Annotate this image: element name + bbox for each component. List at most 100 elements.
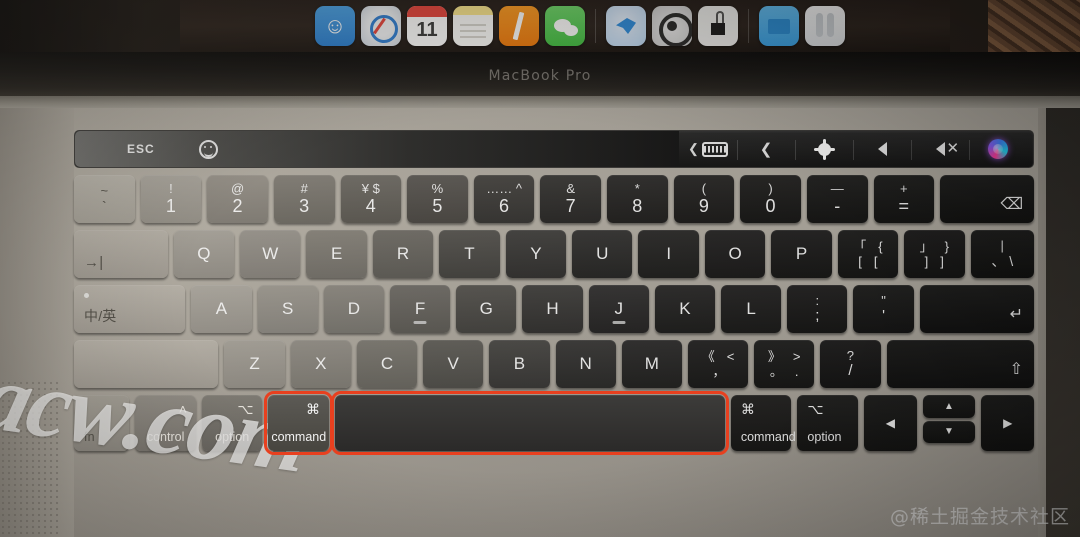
key-m[interactable]: M: [621, 340, 682, 388]
arrow-up-down-group: ▲ ▼: [922, 395, 976, 451]
key-b[interactable]: B: [489, 340, 550, 388]
key-semicolon[interactable]: :;: [787, 285, 848, 333]
row-home: 中/英 A S D F G H J K L :; " ' ↵: [74, 285, 1034, 333]
cleaner-icon[interactable]: [652, 6, 692, 46]
circuit-icon[interactable]: [698, 6, 738, 46]
row-qwerty: →| Q W E R T Y U I O P 「{ [[ 」} ]] | 、 \: [74, 230, 1034, 278]
key-slash[interactable]: ? /: [820, 340, 881, 388]
siri-icon[interactable]: [969, 131, 1027, 167]
keyboard: ESC ❮ ❮ ✕ ~ ` ! 1 @ 2 # 3 ¥ $ 4 % 5 …… ^…: [74, 130, 1035, 455]
key-d[interactable]: D: [323, 285, 384, 333]
pages-icon[interactable]: [499, 6, 539, 46]
key-command-left[interactable]: ⌘ command: [264, 391, 334, 455]
finder-icon[interactable]: [315, 6, 355, 46]
calendar-icon[interactable]: 11: [407, 6, 447, 46]
key-space[interactable]: [331, 391, 729, 455]
key-f[interactable]: F: [389, 285, 451, 333]
folder-icon[interactable]: [759, 6, 799, 46]
key-shift-right[interactable]: ⇧: [886, 340, 1035, 388]
homing-bump-j: [612, 321, 626, 324]
row-numbers: ~ ` ! 1 @2 #3 ¥ $4 % 5 …… ^ 6 & 7 * 8 (…: [74, 175, 1035, 223]
key-q[interactable]: Q: [173, 230, 235, 278]
key-u[interactable]: U: [572, 230, 633, 278]
key-z[interactable]: Z: [224, 340, 285, 388]
volume-icon[interactable]: [853, 131, 911, 167]
key-r[interactable]: R: [372, 230, 434, 278]
key-shift-left[interactable]: [74, 340, 219, 388]
tim-icon[interactable]: [606, 6, 646, 46]
touchbar-row: ESC ❮ ❮ ✕: [74, 130, 1034, 168]
key-equal[interactable]: + =: [873, 175, 935, 223]
key-v[interactable]: V: [423, 340, 484, 388]
key-y[interactable]: Y: [505, 230, 567, 278]
key-capslock[interactable]: 中/英: [74, 285, 186, 333]
key-command-right[interactable]: ⌘ command: [730, 395, 796, 451]
key-4[interactable]: ¥ $4: [340, 175, 402, 223]
key-0[interactable]: ) 0: [740, 175, 801, 223]
desk-surface-right: [1046, 108, 1080, 537]
key-7[interactable]: & 7: [540, 175, 601, 223]
key-p[interactable]: P: [771, 230, 832, 278]
brightness-icon[interactable]: [795, 131, 853, 167]
key-i[interactable]: I: [638, 230, 699, 278]
key-6[interactable]: …… ^ 6: [473, 175, 535, 223]
key-backtick[interactable]: ~ `: [74, 175, 135, 223]
key-c[interactable]: C: [356, 340, 418, 388]
key-delete[interactable]: ⌫: [940, 175, 1035, 223]
key-t[interactable]: T: [439, 230, 500, 278]
touch-bar[interactable]: ESC ❮ ❮ ✕: [74, 130, 1034, 168]
key-5[interactable]: % 5: [407, 175, 468, 223]
safari-icon[interactable]: [361, 6, 401, 46]
key-g[interactable]: G: [456, 285, 517, 333]
key-1[interactable]: ! 1: [140, 175, 202, 223]
screen-left-dark: [0, 0, 180, 52]
key-tab[interactable]: →|: [74, 230, 168, 278]
key-s[interactable]: S: [257, 285, 318, 333]
row-zxcv: Z X C V B N M 《 < ， 》 > 。. ? / ⇧: [74, 340, 1035, 388]
key-2[interactable]: @2: [207, 175, 268, 223]
emoji-icon[interactable]: [198, 139, 218, 159]
key-w[interactable]: W: [240, 230, 301, 278]
key-8[interactable]: * 8: [607, 175, 668, 223]
key-bracket-right[interactable]: 」} ]]: [904, 230, 965, 278]
key-period[interactable]: 》 > 。.: [754, 340, 815, 388]
key-bracket-left[interactable]: 「{ [[: [837, 230, 899, 278]
shift-icon: ⇧: [1009, 361, 1024, 378]
key-j[interactable]: J: [588, 285, 649, 333]
key-arrow-up[interactable]: ▲: [922, 395, 976, 418]
touchbar-esc-button[interactable]: ESC: [127, 142, 155, 156]
chevron-left-icon[interactable]: ❮: [737, 131, 795, 167]
key-k[interactable]: K: [654, 285, 715, 333]
key-fn[interactable]: fn: [74, 395, 130, 451]
key-backslash[interactable]: | 、 \: [970, 230, 1034, 278]
key-l[interactable]: L: [721, 285, 782, 333]
key-minus[interactable]: — -: [806, 175, 868, 223]
key-backtick-bot: `: [101, 197, 107, 214]
key-n[interactable]: N: [555, 340, 616, 388]
airpods-icon[interactable]: [805, 6, 845, 46]
arrow-up-icon: ▲: [944, 400, 954, 412]
dock-separator: [748, 9, 749, 43]
key-arrow-down[interactable]: ▼: [922, 420, 976, 443]
mute-icon[interactable]: ✕: [911, 131, 969, 167]
key-a[interactable]: A: [191, 285, 252, 333]
key-control[interactable]: ˄ control: [135, 395, 196, 451]
key-arrow-left[interactable]: ◀: [864, 395, 917, 451]
key-option-right[interactable]: ⌥ option: [797, 395, 858, 451]
notes-icon[interactable]: [453, 6, 493, 46]
wechat-icon[interactable]: [545, 6, 585, 46]
key-e[interactable]: E: [306, 230, 367, 278]
key-9[interactable]: (9: [673, 175, 735, 223]
key-3[interactable]: #3: [273, 175, 335, 223]
key-quote[interactable]: " ': [853, 285, 914, 333]
key-arrow-right[interactable]: ▶: [981, 395, 1035, 451]
key-option-left[interactable]: ⌥ option: [201, 395, 263, 451]
key-comma[interactable]: 《 < ，: [687, 340, 749, 388]
key-return[interactable]: ↵: [919, 285, 1034, 333]
dock-separator: [595, 9, 596, 43]
key-o[interactable]: O: [704, 230, 766, 278]
key-h[interactable]: H: [522, 285, 583, 333]
keyboard-expand-icon[interactable]: ❮: [679, 131, 737, 167]
command-symbol: ⌘: [740, 401, 755, 417]
key-x[interactable]: X: [290, 340, 351, 388]
